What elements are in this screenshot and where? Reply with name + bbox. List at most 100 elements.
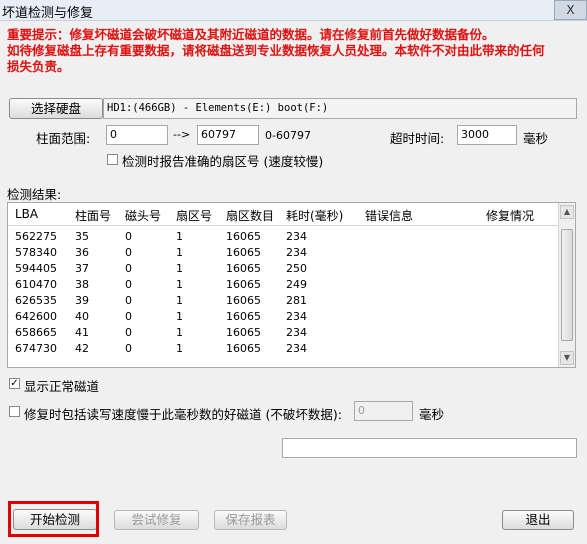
- table-cell: 0: [125, 230, 132, 243]
- timeout-input[interactable]: 3000: [457, 125, 517, 145]
- table-cell: 642600: [15, 310, 57, 323]
- table-row[interactable]: 642600 40 0 1 16065 234: [8, 309, 560, 325]
- repair-slow-checkbox[interactable]: [9, 406, 20, 417]
- table-cell: 1: [176, 294, 183, 307]
- table-cell: 249: [286, 278, 307, 291]
- table-cell: 39: [75, 294, 89, 307]
- highlight-box: [8, 501, 99, 537]
- table-cell: 1: [176, 342, 183, 355]
- table-cell: 40: [75, 310, 89, 323]
- table-cell: 1: [176, 278, 183, 291]
- save-report-button[interactable]: 保存报表: [214, 510, 287, 530]
- timeout-unit: 毫秒: [523, 131, 549, 146]
- table-cell: 0: [125, 310, 132, 323]
- column-header[interactable]: 错误信息: [365, 207, 413, 224]
- table-cell: 0: [125, 278, 132, 291]
- table-cell: 38: [75, 278, 89, 291]
- repair-slow-label: 修复时包括读写速度慢于此毫秒数的好磁道 (不破坏数据):: [24, 407, 342, 422]
- status-field: [282, 438, 577, 458]
- table-row[interactable]: 562275 35 0 1 16065 234: [8, 229, 560, 245]
- results-scrollbar[interactable]: ▲ ▼: [558, 203, 575, 367]
- table-cell: 0: [125, 246, 132, 259]
- table-row[interactable]: 610470 38 0 1 16065 249: [8, 277, 560, 293]
- table-cell: 610470: [15, 278, 57, 291]
- table-row[interactable]: 658665 41 0 1 16065 234: [8, 325, 560, 341]
- table-cell: 250: [286, 262, 307, 275]
- title-bar: 坏道检测与修复 X: [0, 0, 587, 21]
- scroll-down-arrow[interactable]: ▼: [560, 351, 574, 365]
- table-cell: 0: [125, 294, 132, 307]
- table-cell: 234: [286, 246, 307, 259]
- table-row[interactable]: 626535 39 0 1 16065 281: [8, 293, 560, 309]
- table-cell: 1: [176, 310, 183, 323]
- table-cell: 35: [75, 230, 89, 243]
- range-to-input[interactable]: 60797: [197, 125, 259, 145]
- window-title: 坏道检测与修复: [2, 6, 94, 21]
- table-cell: 578340: [15, 246, 57, 259]
- range-from-input[interactable]: 0: [106, 125, 168, 145]
- repair-slow-unit: 毫秒: [419, 407, 445, 422]
- table-cell: 0: [125, 342, 132, 355]
- table-cell: 234: [286, 310, 307, 323]
- table-cell: 594405: [15, 262, 57, 275]
- table-cell: 16065: [226, 230, 261, 243]
- range-hint: 0-60797: [265, 129, 311, 142]
- range-label: 柱面范围:: [36, 131, 91, 146]
- table-cell: 234: [286, 326, 307, 339]
- table-cell: 42: [75, 342, 89, 355]
- repair-slow-input[interactable]: 0: [354, 401, 413, 421]
- results-label: 检测结果:: [7, 187, 62, 202]
- table-cell: 16065: [226, 342, 261, 355]
- table-cell: 562275: [15, 230, 57, 243]
- column-header[interactable]: 磁头号: [125, 207, 161, 224]
- table-cell: 16065: [226, 246, 261, 259]
- table-cell: 234: [286, 342, 307, 355]
- column-header[interactable]: 耗时(毫秒): [286, 207, 343, 224]
- table-row[interactable]: 674730 42 0 1 16065 234: [8, 341, 560, 357]
- table-cell: 36: [75, 246, 89, 259]
- table-cell: 16065: [226, 326, 261, 339]
- warning-line: 如待修复磁盘上存有重要数据，请将磁盘送到专业数据恢复人员处理。本软件不对由此带来…: [7, 43, 545, 58]
- table-cell: 1: [176, 326, 183, 339]
- column-header[interactable]: 扇区数目: [226, 207, 274, 224]
- try-repair-button[interactable]: 尝试修复: [114, 510, 199, 530]
- table-row[interactable]: 594405 37 0 1 16065 250: [8, 261, 560, 277]
- close-button[interactable]: X: [554, 0, 587, 20]
- warning-line: 重要提示：修复坏磁道会破坏磁道及其附近磁道的数据。请在修复前首先做好数据备份。: [7, 27, 495, 42]
- exit-button[interactable]: 退出: [502, 510, 574, 530]
- timeout-label: 超时时间:: [390, 131, 445, 146]
- warning-text: 重要提示：修复坏磁道会破坏磁道及其附近磁道的数据。请在修复前首先做好数据备份。 …: [7, 27, 577, 75]
- table-cell: 1: [176, 246, 183, 259]
- table-cell: 0: [125, 326, 132, 339]
- table-cell: 16065: [226, 262, 261, 275]
- table-cell: 41: [75, 326, 89, 339]
- show-normal-checkbox[interactable]: ✓: [9, 378, 20, 389]
- scroll-up-arrow[interactable]: ▲: [560, 205, 574, 219]
- column-header[interactable]: LBA: [15, 207, 38, 221]
- column-header[interactable]: 修复情况: [486, 207, 534, 224]
- table-cell: 234: [286, 230, 307, 243]
- table-cell: 281: [286, 294, 307, 307]
- table-row[interactable]: 578340 36 0 1 16065 234: [8, 245, 560, 261]
- table-cell: 674730: [15, 342, 57, 355]
- table-cell: 1: [176, 230, 183, 243]
- table-cell: 658665: [15, 326, 57, 339]
- disk-info-field: HD1:(466GB) - Elements(E:) boot(F:): [103, 98, 577, 119]
- results-list[interactable]: LBA 柱面号 磁头号 扇区号 扇区数目 耗时(毫秒) 错误信息 修复情况 56…: [7, 202, 576, 368]
- scroll-thumb[interactable]: [561, 229, 573, 341]
- show-normal-label: 显示正常磁道: [24, 379, 100, 394]
- warning-line: 损失负责。: [7, 59, 70, 74]
- range-arrow: -->: [173, 128, 191, 141]
- table-cell: 0: [125, 262, 132, 275]
- report-sector-checkbox[interactable]: [107, 154, 118, 165]
- table-cell: 16065: [226, 310, 261, 323]
- table-cell: 626535: [15, 294, 57, 307]
- table-cell: 16065: [226, 294, 261, 307]
- table-cell: 37: [75, 262, 89, 275]
- report-sector-label: 检测时报告准确的扇区号 (速度较慢): [122, 154, 324, 169]
- select-disk-button[interactable]: 选择硬盘: [9, 98, 103, 119]
- column-header[interactable]: 扇区号: [176, 207, 212, 224]
- table-cell: 1: [176, 262, 183, 275]
- column-header[interactable]: 柱面号: [75, 207, 111, 224]
- results-header: LBA 柱面号 磁头号 扇区号 扇区数目 耗时(毫秒) 错误信息 修复情况: [8, 203, 560, 226]
